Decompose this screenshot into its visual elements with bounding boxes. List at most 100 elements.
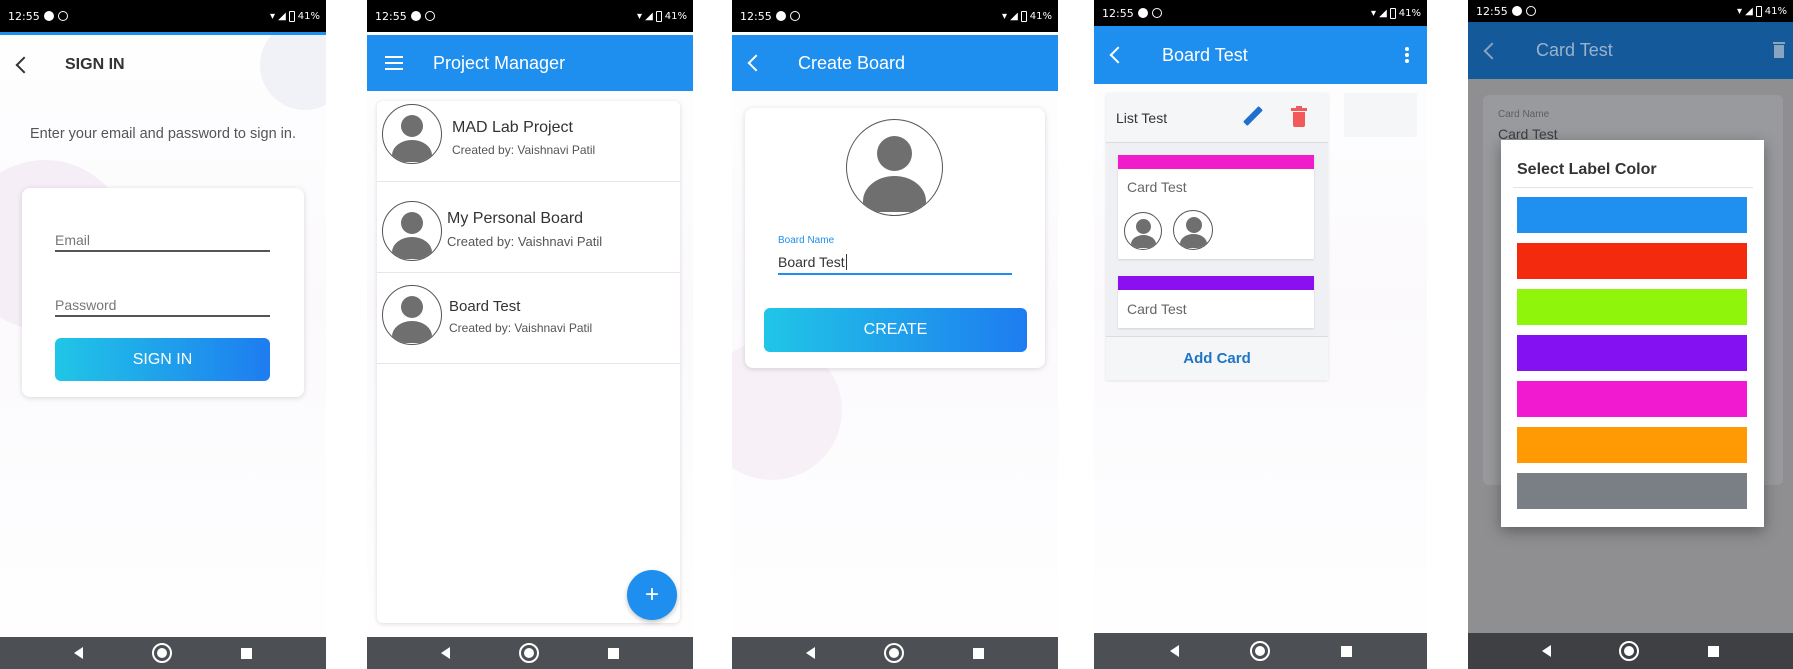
wifi-icon: ▾ — [1737, 5, 1743, 17]
screen-card-detail: 12:55 ▾ ◢ 41% Card Test Card Name Card Tes… — [1468, 0, 1793, 669]
password-underline — [55, 315, 270, 317]
spotify-icon — [775, 11, 786, 21]
nav-back-icon[interactable] — [1169, 645, 1179, 657]
android-nav-bar — [732, 637, 1058, 669]
card-title: Card Test — [1127, 301, 1187, 317]
status-bar: 12:55 ▾ ◢ 41% — [0, 0, 326, 32]
edit-pencil-icon[interactable] — [1242, 106, 1263, 127]
board-list-item[interactable]: Board Test Created by: Vaishnavi Patil — [377, 274, 680, 364]
color-option-red[interactable] — [1517, 243, 1747, 279]
member-avatar-icon — [1173, 210, 1213, 250]
back-arrow-icon[interactable] — [1483, 42, 1501, 59]
delete-trash-icon[interactable] — [1773, 41, 1785, 58]
delete-trash-icon[interactable] — [1291, 106, 1307, 127]
color-option-pink[interactable] — [1517, 381, 1747, 417]
nav-recents-icon[interactable] — [972, 647, 984, 659]
nav-back-icon[interactable] — [74, 647, 84, 659]
battery-icon — [1020, 10, 1027, 22]
whatsapp-icon — [1525, 6, 1536, 16]
nav-back-icon[interactable] — [441, 647, 451, 659]
add-board-fab[interactable]: + — [627, 570, 677, 620]
dialog-divider — [1513, 187, 1753, 188]
nav-home-icon[interactable] — [883, 643, 904, 663]
sign-in-instructions: Enter your email and password to sign in… — [30, 126, 296, 142]
signal-icon: ◢ — [278, 10, 286, 22]
member-avatar-icon — [1124, 212, 1162, 250]
color-option-green[interactable] — [1517, 289, 1747, 325]
app-bar: Create Board — [732, 35, 1058, 91]
color-option-gray[interactable] — [1517, 473, 1747, 509]
battery-level: 41% — [1764, 5, 1787, 17]
board-image-icon[interactable] — [846, 119, 943, 216]
battery-level: 41% — [297, 10, 320, 22]
nav-home-icon[interactable] — [518, 643, 539, 663]
add-card-button[interactable]: Add Card — [1106, 336, 1328, 380]
dialog-title: Select Label Color — [1517, 161, 1657, 178]
top-accent-line — [0, 32, 326, 35]
screen-create-board: 12:55 ▾ ◢ 41% Create Board Board Name Boar… — [732, 0, 1058, 669]
add-list-placeholder[interactable] — [1344, 93, 1417, 137]
signal-icon: ◢ — [1379, 7, 1387, 19]
sign-in-button[interactable]: SIGN IN — [55, 338, 270, 381]
status-time: 12:55 — [1102, 6, 1134, 20]
battery-level: 41% — [1398, 7, 1421, 19]
board-name: MAD Lab Project — [452, 119, 573, 136]
nav-recents-icon[interactable] — [607, 647, 619, 659]
board-name-underline — [778, 273, 1012, 275]
email-field[interactable]: Email — [55, 232, 90, 248]
board-avatar-icon — [382, 285, 442, 345]
board-creator: Created by: Vaishnavi Patil — [447, 234, 603, 249]
board-list-item[interactable]: MAD Lab Project Created by: Vaishnavi Pa… — [377, 101, 680, 182]
status-bar: 12:55 ▾ ◢ 41% — [1468, 0, 1793, 22]
list-header: List Test — [1106, 93, 1328, 143]
menu-icon[interactable] — [385, 56, 403, 70]
color-option-blue[interactable] — [1517, 197, 1747, 233]
screen-sign-in: 12:55 ▾ ◢ 41% SIGN IN Enter your email and… — [0, 0, 326, 669]
color-option-orange[interactable] — [1517, 427, 1747, 463]
signal-icon: ◢ — [1745, 5, 1753, 17]
nav-recents-icon[interactable] — [1707, 645, 1719, 657]
android-nav-bar — [367, 637, 693, 669]
wifi-icon: ▾ — [270, 10, 276, 22]
card-title: Card Test — [1127, 179, 1187, 195]
app-bar: Card Test — [1468, 22, 1793, 79]
app-bar: Project Manager — [367, 35, 693, 91]
nav-home-icon[interactable] — [1249, 641, 1270, 661]
nav-recents-icon[interactable] — [240, 647, 252, 659]
spotify-icon — [1137, 8, 1148, 18]
more-vert-icon[interactable] — [1405, 47, 1409, 63]
board-name-input[interactable]: Board Test — [778, 254, 847, 270]
nav-home-icon[interactable] — [1619, 641, 1640, 661]
spotify-icon — [410, 11, 421, 21]
battery-icon — [1755, 5, 1762, 17]
battery-level: 41% — [664, 10, 687, 22]
back-arrow-icon[interactable] — [747, 54, 765, 72]
whatsapp-icon — [57, 11, 68, 21]
whatsapp-icon — [789, 11, 800, 21]
back-arrow-icon[interactable] — [1109, 46, 1127, 64]
nav-home-icon[interactable] — [151, 643, 172, 663]
nav-back-icon[interactable] — [806, 647, 816, 659]
color-option-purple[interactable] — [1517, 335, 1747, 371]
nav-back-icon[interactable] — [1542, 645, 1552, 657]
whatsapp-icon — [424, 11, 435, 21]
board-name: Board Test — [449, 298, 521, 315]
select-color-dialog: Select Label Color — [1501, 140, 1764, 527]
wifi-icon: ▾ — [637, 10, 643, 22]
status-time: 12:55 — [375, 9, 407, 23]
card-item[interactable]: Card Test — [1118, 276, 1314, 328]
app-title: Board Test — [1162, 44, 1248, 65]
create-button[interactable]: CREATE — [764, 308, 1027, 352]
whatsapp-icon — [1151, 8, 1162, 18]
nav-recents-icon[interactable] — [1340, 645, 1352, 657]
app-bar: Board Test — [1094, 26, 1427, 84]
password-field[interactable]: Password — [55, 297, 116, 313]
list-title: List Test — [1116, 110, 1168, 126]
app-title: Project Manager — [433, 52, 566, 73]
board-creator: Created by: Vaishnavi Patil — [452, 143, 596, 157]
wifi-icon: ▾ — [1002, 10, 1008, 22]
card-item[interactable]: Card Test — [1118, 155, 1314, 259]
board-list-item[interactable]: My Personal Board Created by: Vaishnavi … — [377, 184, 680, 273]
status-bar: 12:55 ▾ ◢ 41% — [732, 0, 1058, 32]
app-title: Card Test — [1536, 40, 1613, 60]
